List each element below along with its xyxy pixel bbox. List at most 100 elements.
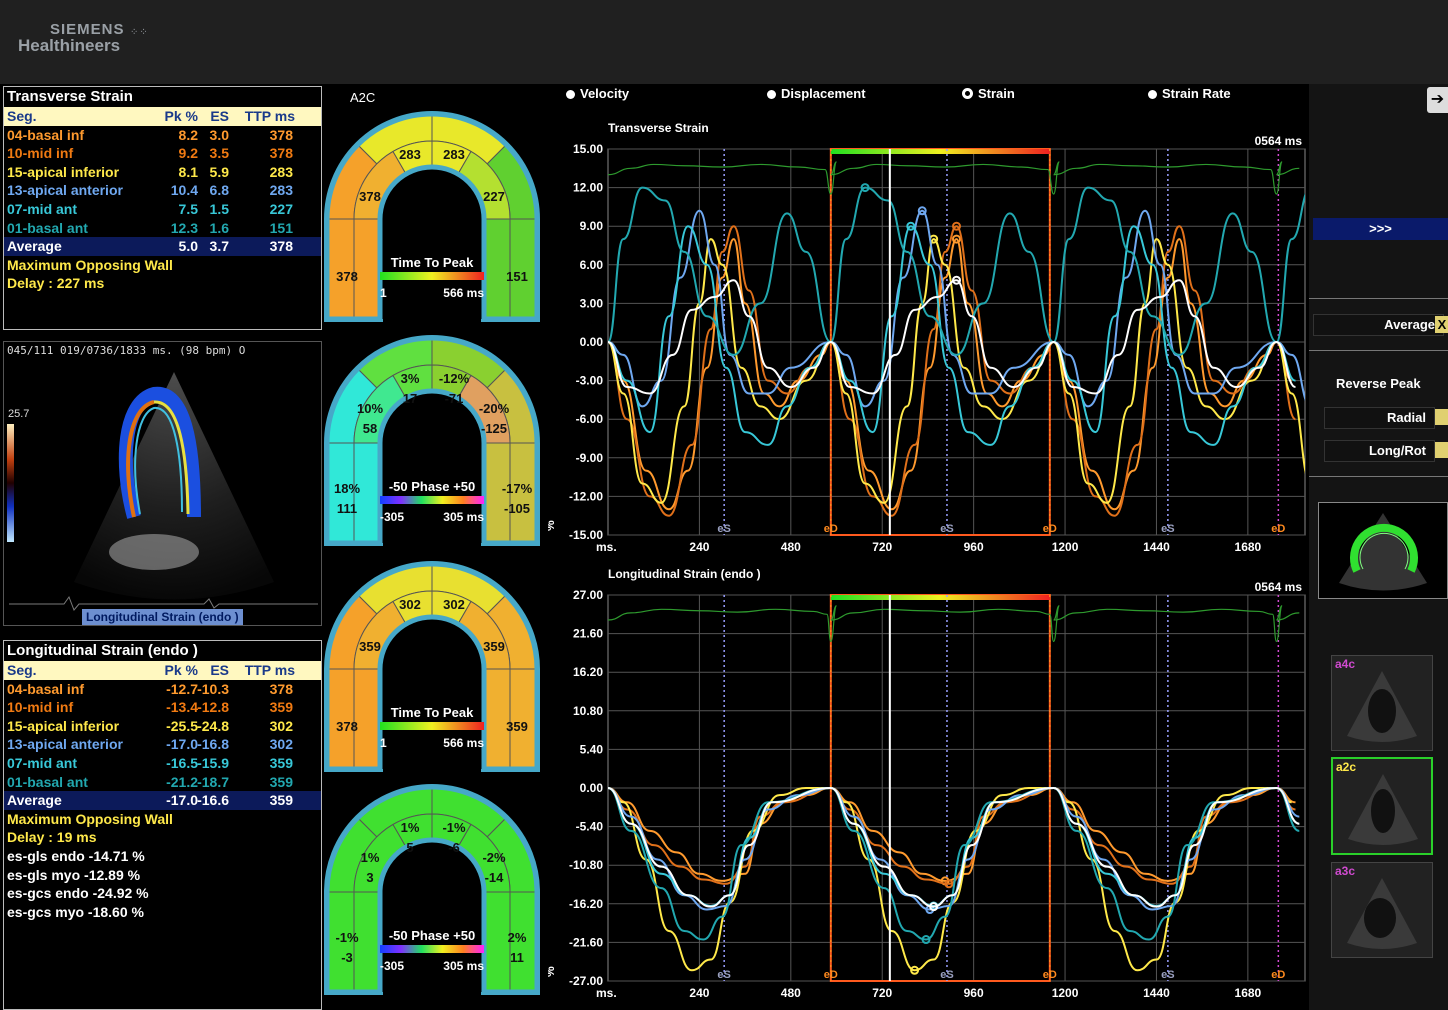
expand-button[interactable]: >>> xyxy=(1313,218,1448,240)
view-thumbnail-a2c[interactable]: a2c xyxy=(1331,757,1433,855)
table-header-row: Seg. Pk % ES TTP ms xyxy=(4,661,321,680)
x-tick-label: 960 xyxy=(964,540,984,554)
table-row: 07-mid ant 7.5 1.5 227 xyxy=(4,200,321,219)
x-tick-label: 1680 xyxy=(1235,986,1262,1000)
average-toggle-label[interactable]: Average xyxy=(1313,314,1444,336)
strain-charts[interactable]: Transverse Strain 0564 ms 15.00 12.00 9.00 6.… xyxy=(548,100,1308,1010)
y-tick-label: -12.00 xyxy=(569,489,603,503)
y-tick-label: -9.00 xyxy=(576,451,604,465)
bullseye-plot[interactable]: 378 359 302 302 359 359 Time To Peak 1 566 ms xyxy=(324,561,540,772)
longrot-toggle-label[interactable]: Long/Rot xyxy=(1324,440,1435,462)
average-pk: -17.0 xyxy=(166,792,198,809)
cell-pk: -12.7 xyxy=(166,680,198,697)
average-ttp: 378 xyxy=(269,238,293,255)
cell-pk: 9.2 xyxy=(178,145,198,162)
segment-sub-value: -105 xyxy=(504,501,530,516)
event-marker-label: eS xyxy=(717,523,730,535)
x-tick-label: 1440 xyxy=(1143,540,1170,554)
mode-displacement[interactable]: Displacement xyxy=(767,86,866,101)
table-row: 13-apical anterior -17.0 -16.8 302 xyxy=(4,735,321,754)
bullseye-plot[interactable]: 18% 111 10% 58 3% 17 -12% -71 -20% -125 -17% -105 -5… xyxy=(324,335,540,546)
table-row: 15-apical inferior -25.5 -24.8 302 xyxy=(4,717,321,736)
view-thumbnail-a4c[interactable]: a4c xyxy=(1331,655,1433,751)
strain-chart[interactable]: Longitudinal Strain (endo ) 0564 ms 27.00 2… xyxy=(548,567,1306,1000)
bullseye-segment[interactable] xyxy=(353,218,381,320)
thumb-label: a3c xyxy=(1335,864,1356,878)
mode-velocity[interactable]: Velocity xyxy=(566,86,629,101)
bullseye-segment[interactable] xyxy=(483,891,511,993)
table-row: 13-apical anterior 10.4 6.8 283 xyxy=(4,181,321,200)
y-tick-label: -3.00 xyxy=(576,374,604,388)
average-checkbox[interactable]: X xyxy=(1435,316,1448,333)
y-tick-label: -10.80 xyxy=(569,858,603,872)
cell-seg: 01-basal ant xyxy=(7,773,88,790)
radio-icon[interactable] xyxy=(566,90,575,99)
table-row: 01-basal ant 12.3 1.6 151 xyxy=(4,219,321,238)
cell-es: -18.7 xyxy=(197,773,229,790)
radio-selected-icon[interactable] xyxy=(962,88,973,99)
bullseye-segment[interactable] xyxy=(353,668,381,770)
strain-chart[interactable]: Transverse Strain 0564 ms 15.00 12.00 9.00 6.… xyxy=(548,121,1308,554)
cell-ttp: 302 xyxy=(269,717,293,734)
segment-value: -2% xyxy=(482,850,506,865)
bullseye-plot[interactable]: -1% -3 1% 3 1% 5 -1% -6 -2% -14 2% 11 -50 Phase +50 -… xyxy=(324,784,540,995)
cell-es: 3.0 xyxy=(209,126,229,143)
bullseye-plot[interactable]: 378 378 283 283 227 151 Time To Peak 1 566 ms xyxy=(324,111,540,322)
segment-value: 302 xyxy=(399,597,421,612)
x-tick-label: 1200 xyxy=(1052,986,1079,1000)
header-ttp: TTP ms xyxy=(244,662,295,678)
x-tick-label: 1680 xyxy=(1235,540,1262,554)
segment-value: 359 xyxy=(359,639,381,654)
x-tick-label: 480 xyxy=(781,540,801,554)
segment-value: 283 xyxy=(443,147,465,162)
global-strain-gls-myo: es-gls myo -12.89 % xyxy=(7,866,141,883)
average-seg: Average xyxy=(7,238,62,255)
radial-checkbox[interactable] xyxy=(1435,409,1448,425)
arrow-right-icon[interactable]: ➔ xyxy=(1427,87,1448,113)
segment-value: -1% xyxy=(442,820,466,835)
legend-min: -305 xyxy=(380,959,404,973)
longrot-checkbox[interactable] xyxy=(1435,442,1448,458)
segment-value: 1% xyxy=(361,850,380,865)
transverse-strain-table: Transverse Strain Seg. Pk % ES TTP ms 04… xyxy=(3,86,322,330)
mode-strain-rate[interactable]: Strain Rate xyxy=(1148,86,1231,101)
cell-pk: -25.5 xyxy=(166,717,198,734)
segment-value: 283 xyxy=(399,147,421,162)
segment-sub-value: 111 xyxy=(337,501,357,516)
y-tick-label: 5.40 xyxy=(580,742,604,756)
time-readout: 0564 ms xyxy=(1255,580,1303,594)
cell-seg: 15-apical inferior xyxy=(7,163,120,180)
cell-es: 5.9 xyxy=(209,163,229,180)
radio-icon[interactable] xyxy=(1148,90,1157,99)
y-tick-label: 21.60 xyxy=(573,627,603,641)
header-seg: Seg. xyxy=(7,108,37,124)
cell-ttp: 283 xyxy=(269,163,293,180)
ultrasound-view[interactable]: 045/111 019/0736/1833 ms. (98 bpm) O 25.… xyxy=(3,341,322,626)
event-marker-label: eS xyxy=(1161,969,1174,981)
bullseye-thumbnail[interactable] xyxy=(1318,502,1448,599)
table-average-row: Average 5.0 3.7 378 xyxy=(4,237,321,256)
ultrasound-caption: Longitudinal Strain (endo ) xyxy=(82,609,243,625)
y-tick-label: -6.00 xyxy=(576,412,604,426)
segment-value: -17% xyxy=(502,481,533,496)
y-tick-label: 6.00 xyxy=(580,258,604,272)
y-tick-label: 0.00 xyxy=(580,335,604,349)
cell-ttp: 359 xyxy=(269,773,293,790)
chart-title: Transverse Strain xyxy=(608,121,709,135)
cell-es: -12.8 xyxy=(197,699,229,716)
view-thumbnail-a3c[interactable]: a3c xyxy=(1331,862,1433,958)
average-pk: 5.0 xyxy=(178,238,198,255)
cell-es: 1.5 xyxy=(209,200,229,217)
reverse-peak-label: Reverse Peak xyxy=(1336,376,1421,391)
radial-toggle-label[interactable]: Radial xyxy=(1324,407,1435,429)
mode-strain[interactable]: Strain xyxy=(962,86,1015,101)
legend-max: 305 ms xyxy=(443,959,484,973)
radio-icon[interactable] xyxy=(767,90,776,99)
bullseye-panel: 378 378 283 283 227 151 Time To Peak 1 566 ms 18%… xyxy=(324,111,540,995)
segment-value: 2% xyxy=(508,930,527,945)
segment-sub-value: -6 xyxy=(448,840,460,855)
segment-value: 378 xyxy=(336,269,358,284)
opposing-wall-delay: Delay : 19 ms xyxy=(7,829,97,846)
selection-color-bar xyxy=(830,149,1050,154)
segment-value: 227 xyxy=(483,189,505,204)
